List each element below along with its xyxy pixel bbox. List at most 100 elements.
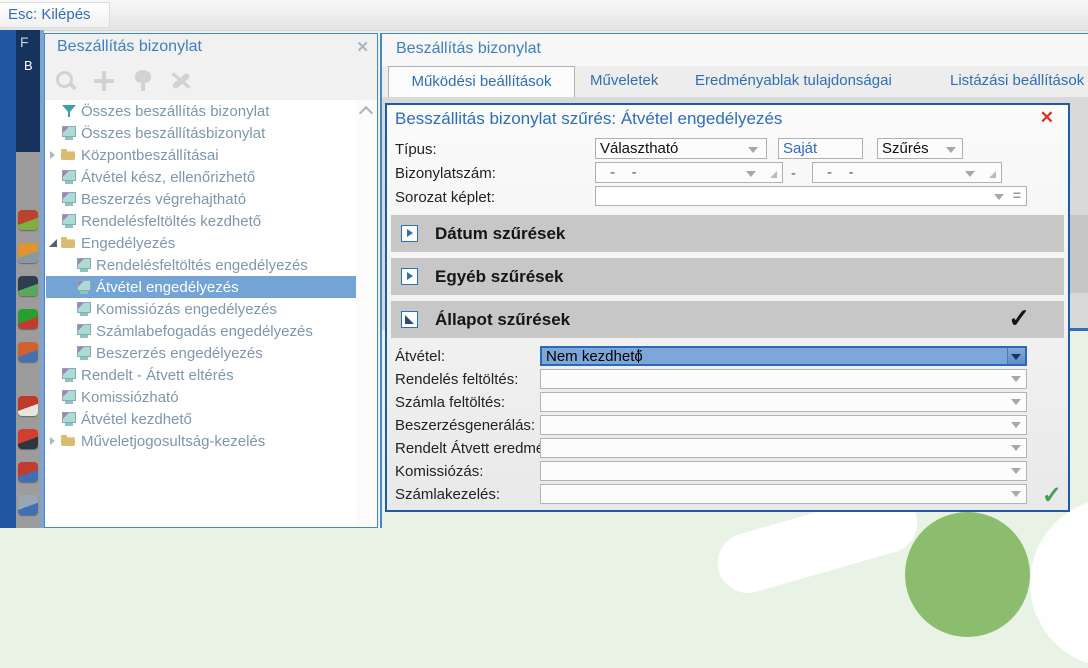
status-select[interactable] [540,438,1027,458]
status-select[interactable] [540,461,1027,481]
chevron-down-icon[interactable] [1011,376,1021,382]
monitor-icon [61,367,78,383]
tree-item[interactable]: Központbeszállításai [46,144,356,166]
server-money-icon[interactable] [18,276,38,296]
tab-mukodesi-beallitasok[interactable]: Működési beállítások [388,66,575,97]
tree-item-label: Rendelt - Átvett eltérés [81,367,234,384]
tree-item[interactable]: Rendelt - Átvett eltérés [46,364,356,386]
tree-item-label: Számlabefogadás engedélyezés [96,323,313,340]
tree-item[interactable]: Rendelésfeltöltés kezdhető [46,210,356,232]
expander-spacer [63,320,76,342]
tree-item[interactable]: Beszerzés végrehajtható [46,188,356,210]
tree-item[interactable]: Átvétel engedélyezés [46,276,356,298]
tools-icon[interactable] [18,495,38,515]
tree-scrollbar[interactable] [356,100,376,526]
bar-chart-icon[interactable] [18,462,38,482]
bizonylatszam-to-select[interactable]: - - [812,162,1002,183]
unpin-icon[interactable] [168,68,194,94]
tree-item-label: Beszerzés engedélyezés [96,345,263,362]
section-header[interactable]: Egyéb szűrések [391,258,1064,295]
tree-item-label: Engedélyezés [81,235,175,252]
tree-item-label: Összes beszállításbizonylat [81,125,265,142]
chevron-down-icon[interactable] [946,147,956,153]
expand-section-icon[interactable] [401,268,418,285]
tab-muveletek[interactable]: Műveletek [590,72,658,89]
chevron-down-icon[interactable] [746,171,756,177]
expander-spacer [48,364,61,386]
dialog-title: Besszállitás bizonylat szűrés: Átvétel e… [395,109,782,129]
expand-grip-icon[interactable] [989,171,996,178]
add-icon[interactable] [91,68,117,94]
tree-item-label: Beszerzés végrehajtható [81,191,246,208]
expand-section-icon[interactable] [401,225,418,242]
pallet-boxes-icon[interactable] [18,342,38,362]
coins-icon[interactable] [18,309,38,329]
sorozat-keplet-input[interactable]: = [595,186,1027,206]
tree-item-label: Átvétel engedélyezés [96,279,239,296]
collapse-section-icon[interactable] [401,311,418,328]
esc-exit-button[interactable]: Esc: Kilépés [0,2,110,28]
tree-expander-icon[interactable] [48,144,61,166]
chevron-down-icon[interactable] [1011,445,1021,451]
status-select[interactable] [540,392,1027,412]
tree-item[interactable]: Átvétel kezdhető [46,408,356,430]
tree-item[interactable]: Komissiózás engedélyezés [46,298,356,320]
status-value: Nem kezdhető [546,348,643,365]
status-select[interactable] [540,415,1027,435]
equals-icon: = [1013,187,1021,203]
monitor-icon [76,323,93,339]
tree-item-label: Komissiózható [81,389,179,406]
chevron-down-icon[interactable] [965,171,975,177]
status-label: Számla feltöltés: [395,394,505,411]
section-label: Állapot szűrések [435,301,570,338]
bizonylatszam-from-select[interactable]: - - [595,162,783,183]
tree-item-label: Összes beszállítás bizonylat [81,103,269,120]
chevron-down-icon[interactable] [748,147,758,153]
red-book-icon[interactable] [18,429,38,449]
expander-spacer [48,408,61,430]
search-icon[interactable] [53,68,79,94]
tipus-select[interactable]: Választható [595,138,767,159]
close-icon[interactable]: ✕ [356,38,369,56]
chevron-down-icon[interactable] [1007,348,1025,364]
tree-item[interactable]: Összes beszállításbizonylat [46,122,356,144]
sajat-field[interactable]: Saját [778,138,863,159]
tree-item[interactable]: Átvétel kész, ellenőrizhető [46,166,356,188]
section-label: Egyéb szűrések [435,258,564,295]
status-select[interactable] [540,484,1027,504]
red-tray-icon[interactable] [18,396,38,416]
section-header[interactable]: Állapot szűrések✓ [391,301,1064,338]
confirm-check-button[interactable]: ✓ [1042,481,1062,510]
parts-bin-icon[interactable] [18,210,38,230]
tree-item[interactable]: Számlabefogadás engedélyezés [46,320,356,342]
tree-icon[interactable] [130,68,156,94]
scroll-up-icon[interactable] [359,106,373,120]
bizonylatszam-label: Bizonylatszám: [395,165,496,182]
chevron-down-icon[interactable] [1011,491,1021,497]
section-header[interactable]: Dátum szűrések [391,215,1064,252]
tree-expander-icon[interactable] [48,232,61,254]
chevron-down-icon[interactable] [1011,399,1021,405]
tree-item[interactable]: Műveletjogosultság-kezelés [46,430,356,452]
szures-select[interactable]: Szűrés [877,138,963,159]
status-select[interactable]: Nem kezdhető [540,346,1027,366]
tab-eredmenyablak-tulajdonsagai[interactable]: Eredményablak tulajdonságai [695,72,892,89]
chevron-down-icon[interactable] [994,194,1004,200]
status-select[interactable] [540,369,1027,389]
tree-item[interactable]: Rendelésfeltöltés engedélyezés [46,254,356,276]
close-icon[interactable]: ✕ [1040,108,1054,128]
settings-content-bar [1070,215,1088,293]
chevron-down-icon[interactable] [1011,468,1021,474]
tab-listazasi-beallitasok[interactable]: Listázási beállítások [950,72,1084,89]
folder-icon [61,235,78,251]
expand-grip-icon[interactable] [770,171,777,178]
tree-item[interactable]: Engedélyezés [46,232,356,254]
tree-item[interactable]: Beszerzés engedélyezés [46,342,356,364]
tree-expander-icon[interactable] [48,430,61,452]
tree-item[interactable]: Komissiózható [46,386,356,408]
expander-spacer [63,276,76,298]
settings-titlebar: Beszállítás bizonylat [382,34,1088,66]
cart-box-icon[interactable] [18,243,38,263]
tree-item[interactable]: Összes beszállítás bizonylat [46,100,356,122]
chevron-down-icon[interactable] [1011,422,1021,428]
